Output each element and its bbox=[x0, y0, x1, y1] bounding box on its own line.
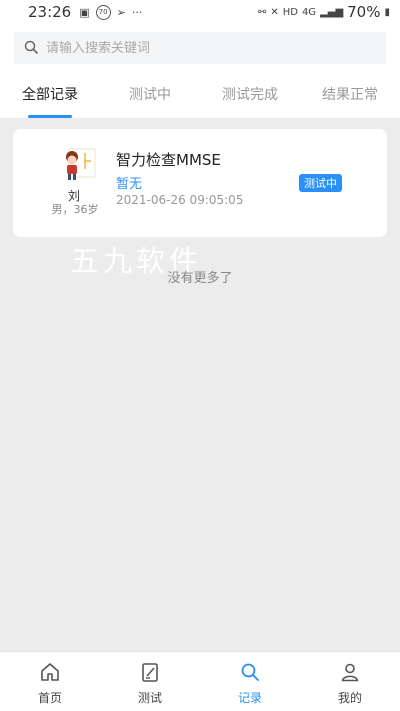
tab-in-progress[interactable]: 测试中 bbox=[114, 84, 186, 118]
record-card[interactable]: 刘 男，36岁 智力检查MMSE 暂无 2021-06-26 09:05:05 … bbox=[13, 129, 387, 237]
key-icon: ⚯ bbox=[257, 6, 267, 18]
more-icon: ··· bbox=[131, 5, 143, 19]
tab-label: 全部记录 bbox=[22, 87, 78, 103]
search-icon bbox=[24, 39, 38, 58]
nav-profile[interactable]: 我的 bbox=[300, 652, 400, 711]
search-input[interactable] bbox=[46, 40, 366, 56]
nav-label: 记录 bbox=[237, 691, 262, 705]
battery-level: 70% bbox=[347, 3, 381, 21]
user-icon bbox=[339, 661, 361, 687]
hd-label: HD bbox=[282, 6, 298, 18]
home-icon bbox=[39, 661, 61, 687]
nav-test[interactable]: 测试 bbox=[100, 652, 200, 711]
nav-records[interactable]: 记录 bbox=[200, 652, 300, 711]
system-icons: ⚯ ✕ HD 4G ▂▄▆ 70% ▮ bbox=[258, 3, 390, 21]
patient-info: 男，36岁 bbox=[51, 203, 99, 216]
record-tabs: 全部记录 测试中 测试完成 结果正常 bbox=[0, 80, 400, 118]
test-time: 2021-06-26 09:05:05 bbox=[116, 193, 244, 207]
tab-completed[interactable]: 测试完成 bbox=[214, 84, 286, 118]
avatar bbox=[55, 143, 99, 193]
image-icon: ▣ bbox=[79, 5, 90, 19]
nav-label: 测试 bbox=[137, 691, 162, 705]
header: 全部记录 测试中 测试完成 结果正常 bbox=[0, 24, 400, 118]
notification-icons: ▣ 70 ➢ ··· bbox=[79, 4, 143, 20]
signal-icon: ▂▄▆ bbox=[320, 6, 344, 18]
test-name: 智力检查MMSE bbox=[116, 151, 221, 169]
tab-label: 测试完成 bbox=[222, 87, 278, 103]
tab-all-records[interactable]: 全部记录 bbox=[14, 84, 86, 118]
status-time: 23:26 bbox=[28, 3, 72, 21]
network-label: 4G bbox=[301, 6, 317, 18]
nav-label: 我的 bbox=[337, 691, 362, 705]
status-badge: 测试中 bbox=[299, 174, 342, 192]
tab-active-indicator bbox=[28, 115, 72, 118]
tab-label: 结果正常 bbox=[322, 87, 378, 103]
battery-icon: ▮ bbox=[384, 6, 390, 18]
mute-icon: ✕ bbox=[270, 6, 279, 18]
play-icon: ➢ bbox=[116, 5, 126, 19]
test-result: 暂无 bbox=[116, 177, 143, 192]
nav-home[interactable]: 首页 bbox=[0, 652, 100, 711]
badge-icon: 70 bbox=[95, 4, 111, 20]
search-icon bbox=[239, 661, 261, 687]
tab-label: 测试中 bbox=[129, 87, 171, 103]
test-icon bbox=[139, 661, 161, 687]
tab-normal-results[interactable]: 结果正常 bbox=[314, 84, 386, 118]
status-bar: 23:26 ▣ 70 ➢ ··· ⚯ ✕ HD 4G ▂▄▆ 70% ▮ bbox=[0, 0, 400, 24]
search-bar[interactable] bbox=[14, 32, 386, 64]
nav-label: 首页 bbox=[37, 691, 62, 705]
no-more-hint: 没有更多了 bbox=[167, 271, 233, 286]
bottom-nav: 首页 测试 记录 我的 bbox=[0, 651, 400, 711]
